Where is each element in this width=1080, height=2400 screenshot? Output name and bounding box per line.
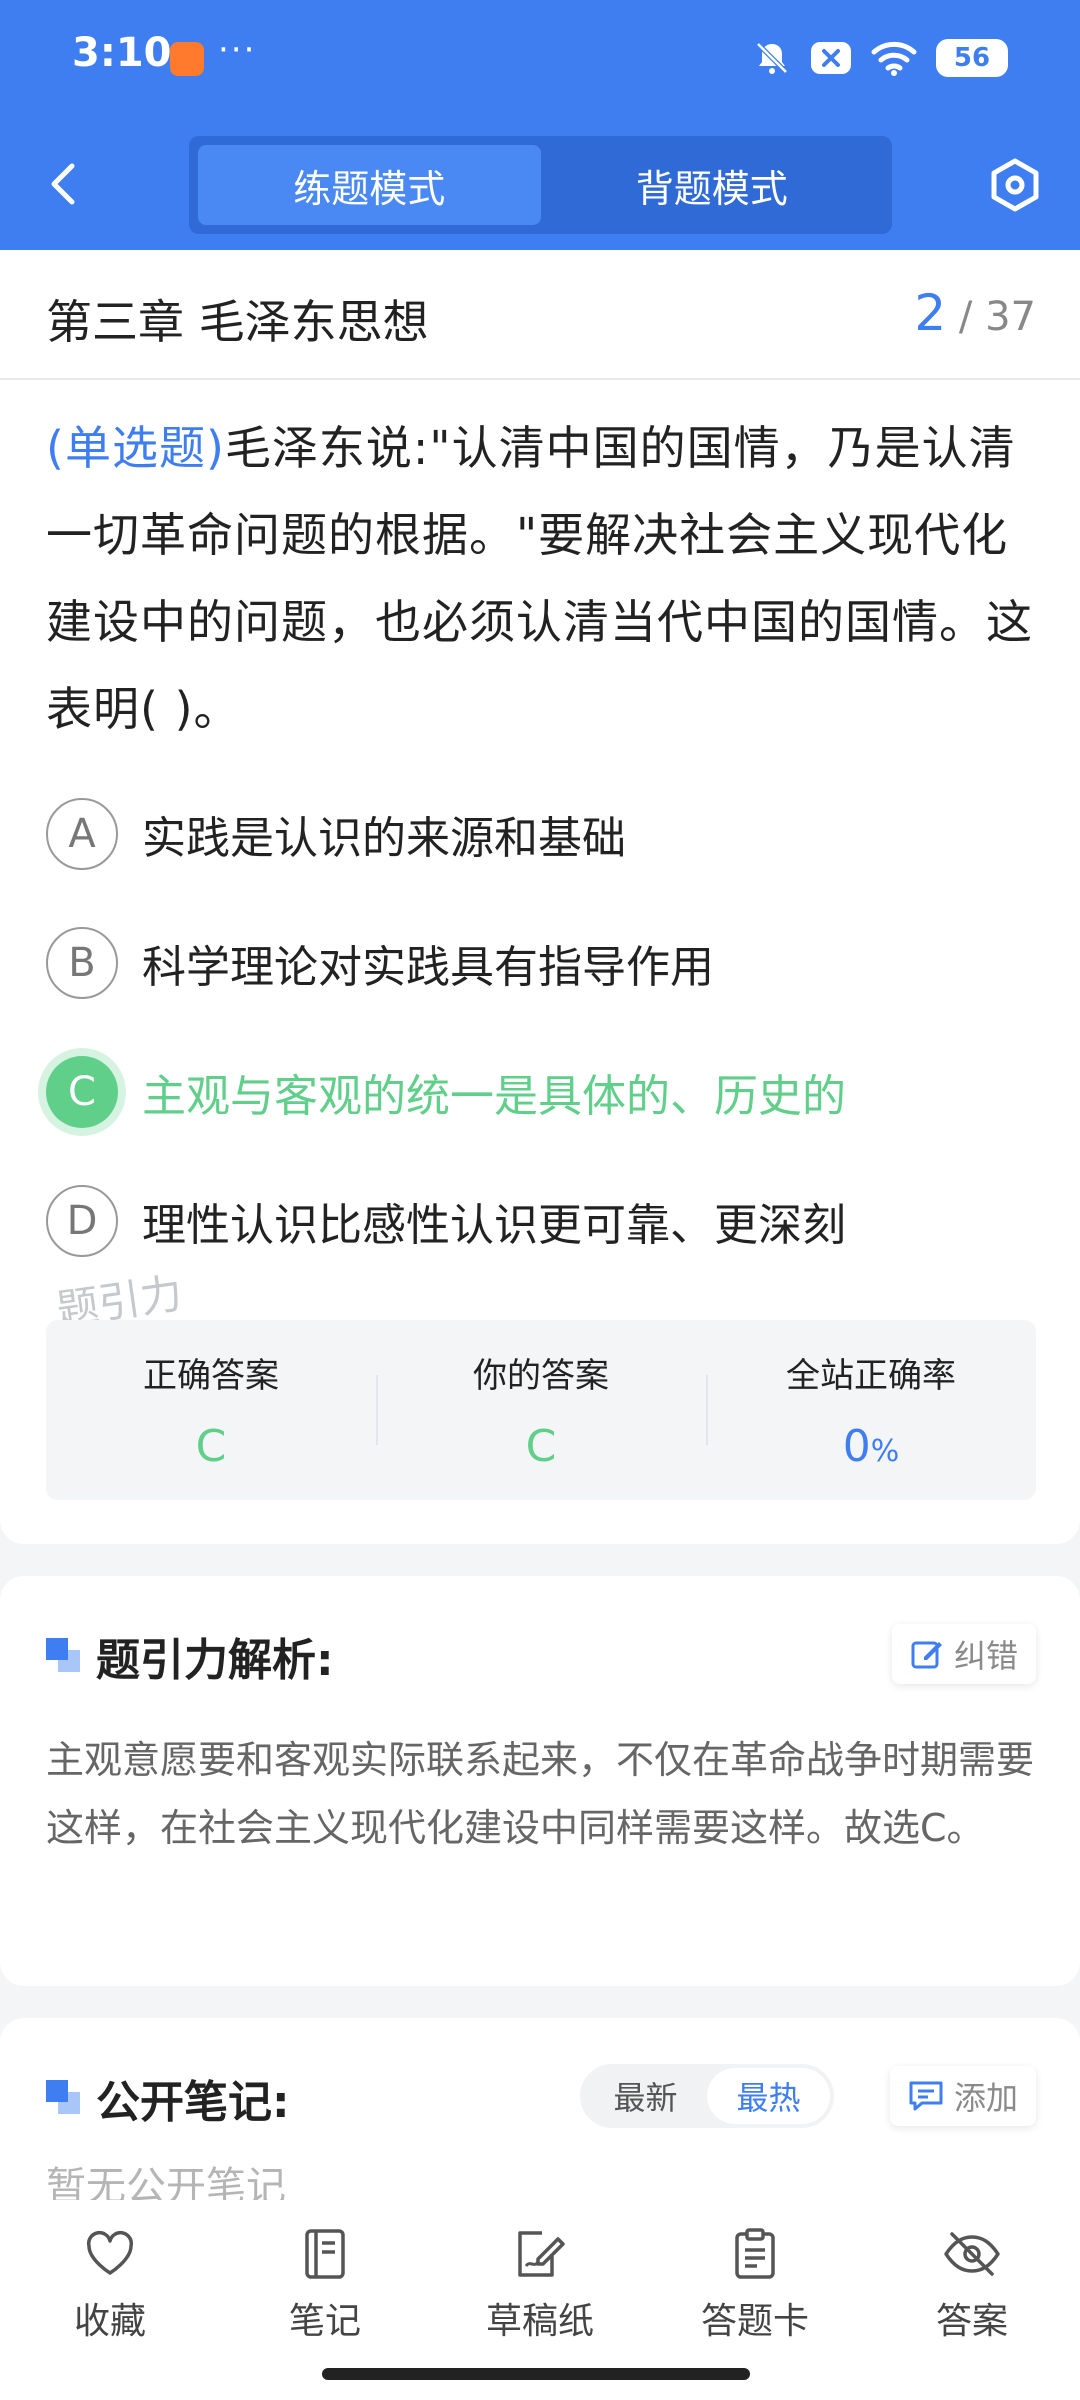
notes-title: 公开笔记: — [96, 2077, 290, 2128]
app-notification-icon — [170, 42, 204, 76]
settings-button[interactable] — [988, 157, 1042, 213]
analysis-title: 题引力解析: — [96, 1635, 334, 1686]
answer-sheet-label: 答题卡 — [700, 2301, 809, 2342]
status-more-icon: ··· — [218, 30, 257, 70]
section-squares-icon — [46, 2080, 82, 2116]
answer-summary: 正确答案 C 你的答案 C 全站正确率 0% — [46, 1320, 1036, 1500]
question-progress: 2 / 37 — [914, 284, 1036, 342]
option-letter: A — [46, 798, 118, 870]
option-letter: D — [46, 1185, 118, 1257]
accuracy-number: 0 — [842, 1421, 871, 1472]
wifi-icon — [870, 39, 918, 77]
accuracy-value: 0% — [843, 1421, 900, 1472]
settings-hexagon-icon — [991, 158, 1039, 212]
add-note-label: 添加 — [953, 2079, 1018, 2117]
show-answer-label: 答案 — [935, 2301, 1008, 2342]
clipboard-icon — [735, 2228, 775, 2279]
analysis-text: 主观意愿要和客观实际联系起来，不仅在革命战争时期需要这样，在社会主义现代化建设中… — [46, 1738, 1035, 1850]
notes-label: 笔记 — [288, 2301, 361, 2342]
draft-pen-icon — [518, 2231, 565, 2277]
option-text: 科学理论对实践具有指导作用 — [142, 942, 714, 993]
option-letter: B — [46, 927, 118, 999]
accuracy-unit: % — [870, 1434, 900, 1469]
tab-practice-mode[interactable]: 练题模式 — [198, 145, 541, 225]
total-questions: / 37 — [958, 294, 1036, 340]
report-error-button[interactable]: 纠错 — [891, 1624, 1036, 1684]
status-time: 3:10 — [72, 30, 172, 76]
question-card: 第三章 毛泽东思想 2 / 37 (单选题)毛泽东说:"认清中国的国情，乃是认清… — [0, 250, 1080, 1544]
notes-heading: 公开笔记: — [46, 2066, 290, 2130]
report-error-label: 纠错 — [953, 1637, 1018, 1675]
notes-sort-toggle: 最新 最热 — [580, 2064, 834, 2128]
tab-memorize-mode[interactable]: 背题模式 — [541, 145, 884, 225]
option-c[interactable]: C 主观与客观的统一是具体的、历史的 — [46, 1052, 1046, 1132]
close-box-icon — [810, 40, 852, 76]
current-question-number: 2 — [914, 284, 947, 342]
sort-latest[interactable]: 最新 — [584, 2068, 707, 2124]
battery-indicator: 56 — [936, 39, 1008, 77]
edit-icon — [911, 1641, 942, 1669]
your-answer-label: 你的答案 — [473, 1356, 609, 1396]
analysis-card: 题引力解析: 纠错 主观意愿要和客观实际联系起来，不仅在革命战争时期需要这样，在… — [0, 1576, 1080, 1986]
favorite-label: 收藏 — [73, 2301, 146, 2342]
chevron-left-icon — [51, 163, 75, 205]
option-letter: C — [46, 1056, 118, 1128]
option-d[interactable]: D 理性认识比感性认识更可靠、更深刻 — [46, 1181, 1046, 1261]
correct-answer-value: C — [195, 1421, 227, 1472]
draft-paper-label: 草稿纸 — [485, 2301, 594, 2342]
status-bar: 3:10 ··· 56 — [0, 0, 1080, 120]
notes-button[interactable]: 笔记 — [245, 2226, 405, 2344]
bell-off-icon — [752, 38, 792, 78]
correct-answer-label: 正确答案 — [143, 1356, 279, 1396]
sort-hottest[interactable]: 最热 — [707, 2068, 830, 2124]
draft-paper-button[interactable]: 草稿纸 — [460, 2226, 620, 2344]
your-answer-block: 你的答案 C — [376, 1320, 706, 1500]
chapter-title: 第三章 毛泽东思想 — [46, 295, 429, 349]
option-a[interactable]: A 实践是认识的来源和基础 — [46, 794, 1046, 874]
accuracy-block: 全站正确率 0% — [706, 1320, 1036, 1500]
favorite-button[interactable]: 收藏 — [30, 2226, 190, 2344]
public-notes-card: 公开笔记: 最新 最热 添加 暂无公开笔记 — [0, 2018, 1080, 2218]
analysis-heading: 题引力解析: — [46, 1624, 334, 1688]
chapter-header: 第三章 毛泽东思想 2 / 37 — [0, 250, 1080, 380]
top-bar: 3:10 ··· 56 练题模式 背题模式 — [0, 0, 1080, 250]
option-text: 主观与客观的统一是具体的、历史的 — [142, 1071, 846, 1122]
accuracy-label: 全站正确率 — [786, 1356, 956, 1396]
comment-icon — [909, 2081, 943, 2111]
show-answer-button[interactable]: 答案 — [892, 2226, 1052, 2344]
option-text: 实践是认识的来源和基础 — [142, 813, 626, 864]
question-stem: (单选题)毛泽东说:"认清中国的国情，乃是认清一切革命问题的根据。"要解决社会主… — [46, 405, 1036, 753]
your-answer-value: C — [525, 1421, 557, 1472]
heart-icon — [86, 2231, 134, 2275]
correct-answer-block: 正确答案 C — [46, 1320, 376, 1500]
option-b[interactable]: B 科学理论对实践具有指导作用 — [46, 923, 1046, 1003]
section-squares-icon — [46, 1638, 82, 1674]
notebook-icon — [305, 2229, 345, 2279]
question-type: (单选题) — [46, 421, 225, 475]
status-indicators: 56 — [752, 36, 1008, 80]
eye-off-icon — [944, 2232, 1000, 2276]
mode-switch: 练题模式 背题模式 — [189, 136, 892, 234]
back-button[interactable] — [38, 158, 88, 210]
home-indicator[interactable] — [322, 2368, 750, 2380]
option-text: 理性认识比感性认识更可靠、更深刻 — [142, 1200, 846, 1251]
answer-sheet-button[interactable]: 答题卡 — [675, 2226, 835, 2344]
add-note-button[interactable]: 添加 — [889, 2066, 1036, 2126]
